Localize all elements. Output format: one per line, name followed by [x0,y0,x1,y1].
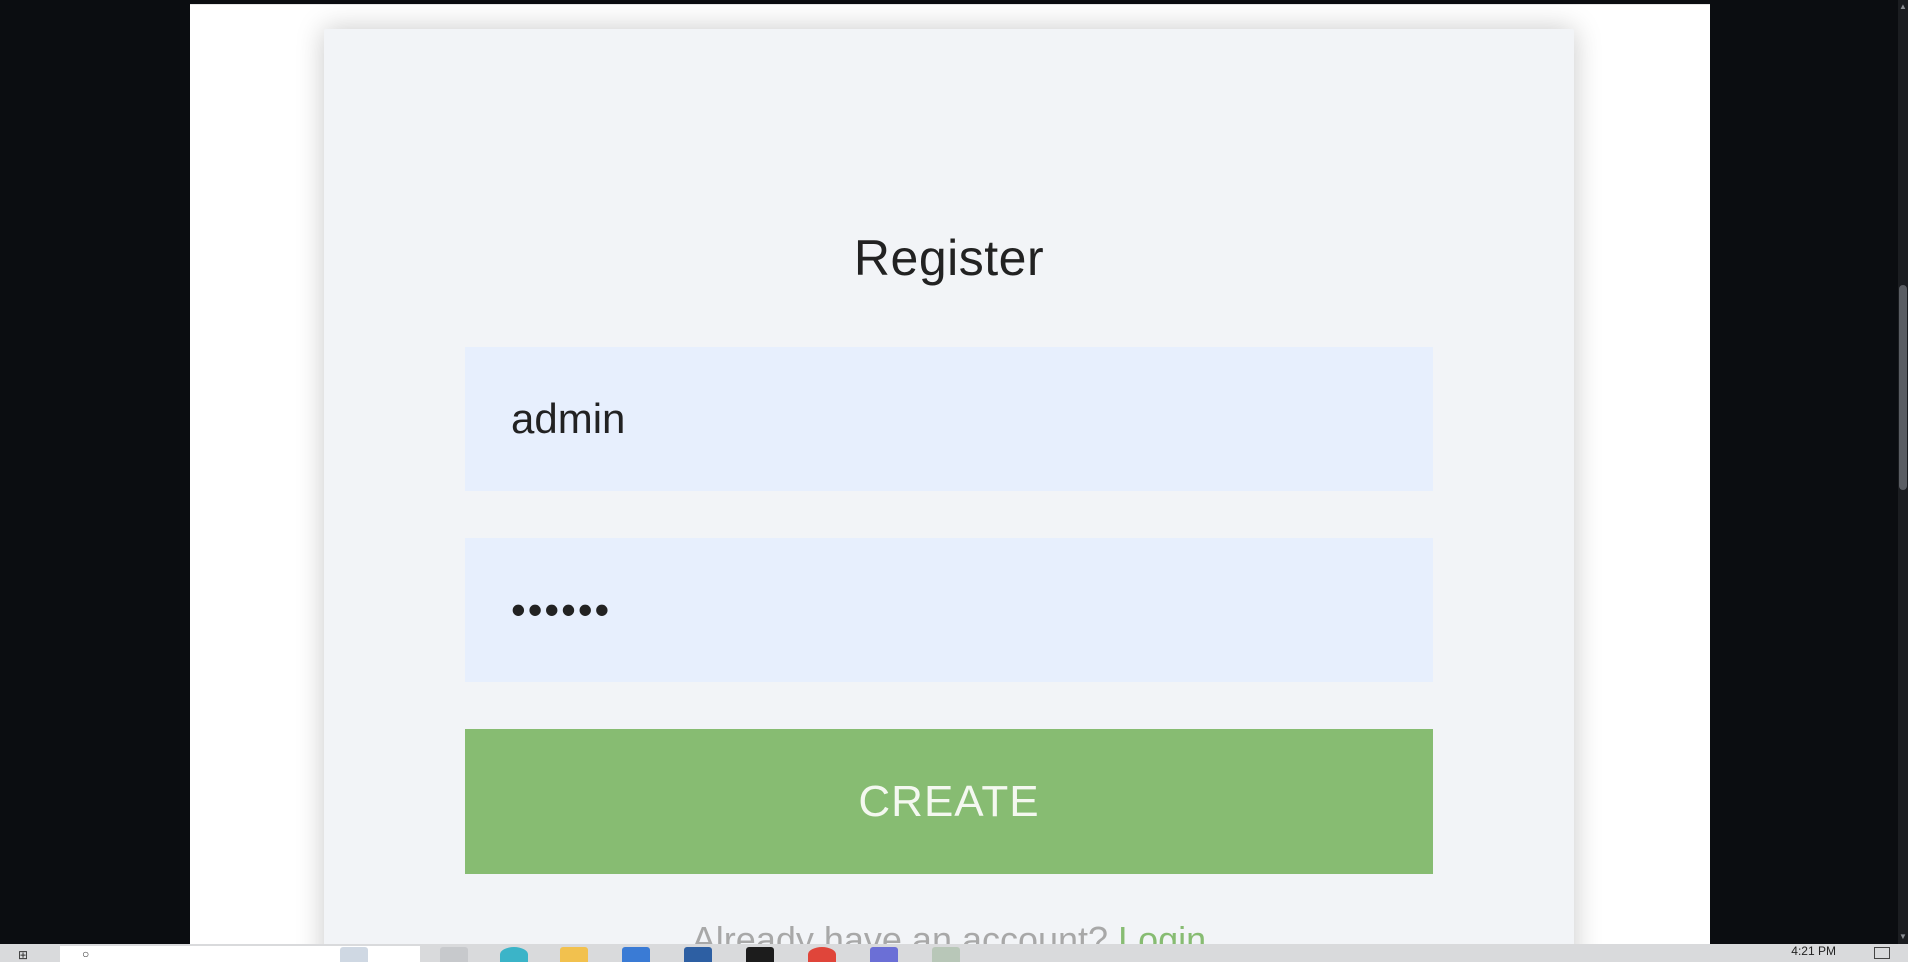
app-icon[interactable] [684,947,712,962]
task-view-icon[interactable] [440,947,468,962]
scroll-down-icon[interactable]: ▼ [1899,932,1907,942]
vertical-scrollbar[interactable]: ▲ ▼ [1898,0,1908,944]
vscode-icon[interactable] [870,947,898,962]
scroll-up-icon[interactable]: ▲ [1899,2,1907,12]
taskbar-clock[interactable]: 4:21 PM [1791,944,1836,958]
terminal-icon[interactable] [746,947,774,962]
login-link[interactable]: Login [1118,919,1206,944]
password-input[interactable] [465,538,1433,682]
app-icon[interactable] [340,947,368,962]
page-title: Register [853,230,1045,286]
windows-taskbar: ⊞ ○ 4:21 PM [0,944,1908,962]
login-prompt-text: Already have an account? [691,919,1109,944]
file-explorer-icon[interactable] [560,947,588,962]
login-prompt: Already have an account? Login [324,919,1574,944]
notifications-icon[interactable] [1874,947,1890,959]
browser-viewport: Register CREATE Already have an account?… [0,0,1908,944]
page-body: Register CREATE Already have an account?… [190,4,1710,944]
search-icon: ○ [82,947,90,961]
chrome-icon[interactable] [808,947,836,962]
notepad-icon[interactable] [932,947,960,962]
create-button[interactable]: CREATE [465,729,1433,874]
start-icon[interactable]: ⊞ [18,948,34,962]
edge-icon[interactable] [500,947,528,962]
store-icon[interactable] [622,947,650,962]
register-card: Register CREATE Already have an account?… [324,29,1574,944]
scroll-thumb[interactable] [1899,285,1907,490]
username-input[interactable] [465,347,1433,491]
